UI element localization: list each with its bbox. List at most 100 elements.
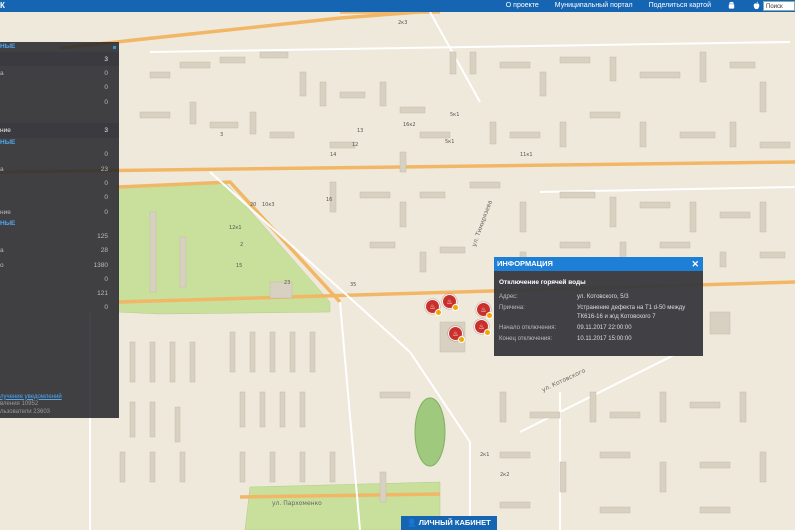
house-label: 5к1 [445,139,455,145]
sidebar-section-header[interactable]: НЫЕ [0,219,119,229]
row-count: 0 [104,151,108,159]
sidebar-row[interactable] [0,109,119,123]
popup-value: 10.11.2017 15:00:00 [577,336,632,342]
sidebar-row[interactable]: 0 [0,301,119,315]
popup-header: ИНФОРМАЦИЯ ✕ [494,257,703,271]
popup-row: Начало отключения: 09.11.2017 22:00:00 [499,323,703,334]
nav-share-map-link[interactable]: Поделиться картой [649,2,711,9]
popup-key: Причина: [499,305,525,311]
house-label: 12 [352,142,359,148]
row-count: 0 [104,84,108,92]
popup-row: Адрес: ул. Котовского, 5/3 [499,292,703,303]
info-popup: ИНФОРМАЦИЯ ✕ Отключение горячей воды Адр… [494,257,703,356]
hot-water-outage-marker[interactable]: ♨ [442,294,459,311]
house-label: 14 [330,152,337,158]
popup-value: ул. Котовского, 5/3 [577,294,629,300]
house-label: 12к1 [229,225,242,231]
row-count: 1380 [93,261,108,269]
section-title: НЫЕ [0,138,16,146]
street-label: ул. Пархоменко [272,500,322,507]
sidebar-row[interactable]: а0 [0,66,119,80]
hot-water-outage-marker[interactable]: ♨ [474,319,491,336]
row-count: 121 [97,290,108,298]
house-label: 13 [357,128,364,134]
sidebar-row[interactable]: 0 [0,191,119,205]
sidebar-row[interactable]: 0 [0,272,119,286]
warning-icon [452,304,459,311]
house-label: 16 [326,197,333,203]
house-label: 35 [350,282,357,288]
sidebar-row[interactable]: ние 0 [0,205,119,219]
row-count: 3 [104,55,108,63]
house-label: 2к1 [480,452,490,458]
hot-water-outage-marker[interactable]: ♨ [448,326,465,343]
house-label: 2к3 [398,20,408,26]
row-label: а [0,247,4,255]
sidebar-row[interactable]: 0 [0,148,119,162]
warning-icon [435,309,442,316]
nav-about-link[interactable]: О проекте [506,2,539,9]
personal-cabinet-button[interactable]: 👤 ЛИЧНЫЙ КАБИНЕТ [401,516,497,530]
house-label: 5к1 [450,112,460,118]
stats-sidebar: НЫЕ 3 а 0 0 0 ние 3 НЫЕ 0 а 23 0 0 ние 0 НЫЕ 125 а 28 о 1380 0… [0,42,119,418]
house-label: 2к2 [500,472,510,478]
house-label: 11к1 [520,152,533,158]
android-icon[interactable] [727,1,736,10]
sidebar-row[interactable]: 0 [0,81,119,95]
sidebar-footer: лучение уведомлений вления 10952 льзовател… [0,394,62,417]
popup-details: Адрес: ул. Котовского, 5/3 Причина: Устран… [499,292,703,345]
sidebar-row[interactable]: а 28 [0,244,119,258]
row-label: ние [0,208,11,216]
popup-value: 09.11.2017 22:00:00 [577,325,632,331]
stadium [414,397,446,467]
row-count: 0 [104,208,108,216]
notifications-link[interactable]: лучение уведомлений [0,394,62,402]
sidebar-section-header[interactable]: НЫЕ [0,138,119,148]
row-count: 0 [104,180,108,188]
row-label: а [0,69,4,77]
house-label: 20 [250,202,257,208]
popup-row: Конец отключения: 10.11.2017 15:00:00 [499,334,703,345]
users-count: льзователи 23603 [0,408,50,415]
hot-water-outage-marker[interactable]: ♨ [425,299,442,316]
popup-value: Устранение дефекта на Т1 d-50 между ТК61… [577,305,686,320]
row-count: 28 [100,247,108,255]
house-label: 23 [284,280,291,286]
row-count: 0 [104,98,108,106]
sidebar-row[interactable]: 0 [0,176,119,190]
popup-key: Адрес: [499,294,518,300]
sidebar-row[interactable]: а 23 [0,162,119,176]
popup-key: Начало отключения: [499,325,557,331]
row-label: о [0,261,4,269]
popup-header-title: ИНФОРМАЦИЯ [497,259,553,268]
close-icon[interactable]: ✕ [691,257,699,271]
sidebar-row[interactable]: о 1380 [0,258,119,272]
sidebar-row[interactable]: 121 [0,286,119,300]
section-title: НЫЕ [0,43,16,50]
row-count: 0 [104,194,108,202]
section-indicator-icon [113,46,116,49]
popup-title: Отключение горячей воды [499,279,586,286]
warning-icon [484,329,491,336]
nav-municipal-portal-link[interactable]: Муниципальный портал [555,2,633,9]
row-label: ние [0,127,11,135]
sidebar-row[interactable]: 125 [0,229,119,243]
brand-logo[interactable]: К [0,1,5,10]
sidebar-row[interactable]: ние 3 [0,123,119,138]
apple-icon[interactable] [752,1,761,10]
sidebar-row[interactable]: 3 [0,52,119,67]
popup-key: Конец отключения: [499,336,553,342]
search-input[interactable]: Поиск [763,1,795,11]
hot-water-outage-marker[interactable]: ♨ [476,302,493,319]
section-title: НЫЕ [0,220,16,228]
row-count: 0 [104,69,108,77]
sidebar-section-header[interactable]: НЫЕ [0,42,119,52]
house-label: 10к3 [262,202,275,208]
warning-icon [486,312,493,319]
row-count: 0 [104,275,108,283]
row-count: 23 [100,165,108,173]
row-label: а [0,165,4,173]
popup-row: Причина: Устранение дефекта на Т1 d-50 ме… [499,303,703,323]
row-count: 0 [104,304,108,312]
sidebar-row[interactable]: 0 [0,95,119,109]
